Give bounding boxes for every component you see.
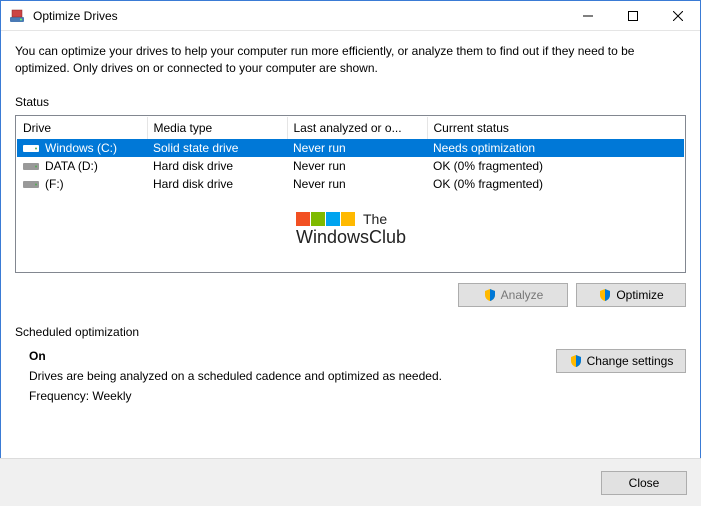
drive-name: Windows (C:) — [45, 141, 117, 155]
drive-list: Drive Media type Last analyzed or o... C… — [15, 115, 686, 273]
footer: Close — [0, 458, 701, 506]
analyze-button[interactable]: Analyze — [458, 283, 568, 307]
drive-name: (F:) — [45, 177, 64, 191]
drive-last: Never run — [287, 139, 427, 157]
drive-status: OK (0% fragmented) — [427, 175, 684, 193]
optimize-button[interactable]: Optimize — [576, 283, 686, 307]
shield-icon — [598, 288, 612, 302]
table-row[interactable]: (F:) Hard disk drive Never run OK (0% fr… — [17, 175, 684, 193]
drive-status: Needs optimization — [427, 139, 684, 157]
intro-text: You can optimize your drives to help you… — [15, 43, 686, 77]
drive-last: Never run — [287, 157, 427, 175]
maximize-button[interactable] — [610, 1, 655, 30]
drive-media: Hard disk drive — [147, 175, 287, 193]
drive-icon — [23, 160, 39, 172]
table-row[interactable]: DATA (D:) Hard disk drive Never run OK (… — [17, 157, 684, 175]
app-icon — [9, 8, 25, 24]
drive-media: Solid state drive — [147, 139, 287, 157]
window-title: Optimize Drives — [33, 9, 565, 23]
scheduled-desc: Drives are being analyzed on a scheduled… — [29, 369, 536, 383]
status-label: Status — [15, 95, 686, 109]
windows-logo-icon — [296, 212, 355, 226]
shield-icon — [569, 354, 583, 368]
col-last[interactable]: Last analyzed or o... — [287, 117, 427, 139]
scheduled-state: On — [29, 349, 536, 363]
drive-name: DATA (D:) — [45, 159, 98, 173]
scheduled-frequency: Frequency: Weekly — [29, 389, 536, 403]
shield-icon — [483, 288, 497, 302]
col-status[interactable]: Current status — [427, 117, 684, 139]
window-controls — [565, 1, 700, 30]
watermark: The WindowsClub — [296, 211, 406, 248]
scheduled-label: Scheduled optimization — [15, 325, 686, 339]
drive-icon — [23, 178, 39, 190]
minimize-button[interactable] — [565, 1, 610, 30]
change-settings-button[interactable]: Change settings — [556, 349, 686, 373]
close-window-button[interactable] — [655, 1, 700, 30]
table-row[interactable]: Windows (C:) Solid state drive Never run… — [17, 139, 684, 157]
titlebar: Optimize Drives — [1, 1, 700, 31]
drive-media: Hard disk drive — [147, 157, 287, 175]
drive-last: Never run — [287, 175, 427, 193]
drive-icon — [23, 142, 39, 154]
col-drive[interactable]: Drive — [17, 117, 147, 139]
col-media[interactable]: Media type — [147, 117, 287, 139]
drive-status: OK (0% fragmented) — [427, 157, 684, 175]
close-button[interactable]: Close — [601, 471, 687, 495]
